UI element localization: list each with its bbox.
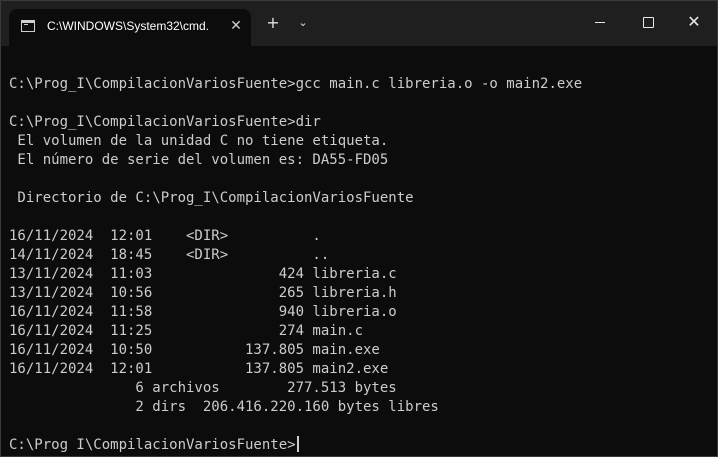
- console-line: 16/11/2024 12:01 <DIR> .: [9, 228, 321, 244]
- close-window-button[interactable]: ✕: [671, 1, 717, 43]
- title-bar: C:\WINDOWS\System32\cmd. ✕ + ⌄ ✕: [1, 1, 717, 46]
- console-line: C:\Prog_I\CompilacionVariosFuente>dir: [9, 114, 321, 130]
- maximize-button[interactable]: [625, 1, 671, 43]
- console-output[interactable]: C:\Prog_I\CompilacionVariosFuente>gcc ma…: [9, 56, 709, 452]
- close-icon[interactable]: ✕: [227, 17, 245, 35]
- console-line: 16/11/2024 11:58 940 libreria.o: [9, 304, 397, 320]
- minimize-button[interactable]: [577, 1, 623, 43]
- tab-cmd[interactable]: C:\WINDOWS\System32\cmd. ✕: [9, 9, 251, 46]
- console-line: 13/11/2024 10:56 265 libreria.h: [9, 285, 397, 301]
- chevron-down-icon[interactable]: ⌄: [293, 13, 313, 33]
- console-line: Directorio de C:\Prog_I\CompilacionVario…: [9, 190, 414, 206]
- minimize-icon: [595, 22, 605, 23]
- console-line: 16/11/2024 10:50 137.805 main.exe: [9, 342, 380, 358]
- console-line: 14/11/2024 18:45 <DIR> ..: [9, 247, 330, 263]
- prompt-text: C:\Prog_I\CompilacionVariosFuente>: [9, 437, 296, 452]
- maximize-icon: [642, 17, 654, 28]
- console-line: 16/11/2024 11:25 274 main.c: [9, 323, 364, 339]
- console-line: 6 archivos 277.513 bytes: [9, 380, 397, 396]
- console-line: C:\Prog_I\CompilacionVariosFuente>gcc ma…: [9, 76, 583, 92]
- prompt-line[interactable]: C:\Prog_I\CompilacionVariosFuente>: [9, 436, 709, 452]
- tab-title: C:\WINDOWS\System32\cmd.: [47, 19, 210, 33]
- console-line: 16/11/2024 12:01 137.805 main2.exe: [9, 361, 389, 377]
- console-line: El número de serie del volumen es: DA55-…: [9, 152, 389, 168]
- text-cursor: [296, 436, 299, 452]
- console-line: 2 dirs 206.416.220.160 bytes libres: [9, 399, 439, 415]
- console-line: 13/11/2024 11:03 424 libreria.c: [9, 266, 397, 282]
- terminal-window: C:\WINDOWS\System32\cmd. ✕ + ⌄ ✕ C:\Prog…: [0, 0, 718, 457]
- console-line: El volumen de la unidad C no tiene etiqu…: [9, 133, 389, 149]
- terminal-icon: [21, 20, 35, 32]
- plus-icon[interactable]: +: [263, 13, 283, 33]
